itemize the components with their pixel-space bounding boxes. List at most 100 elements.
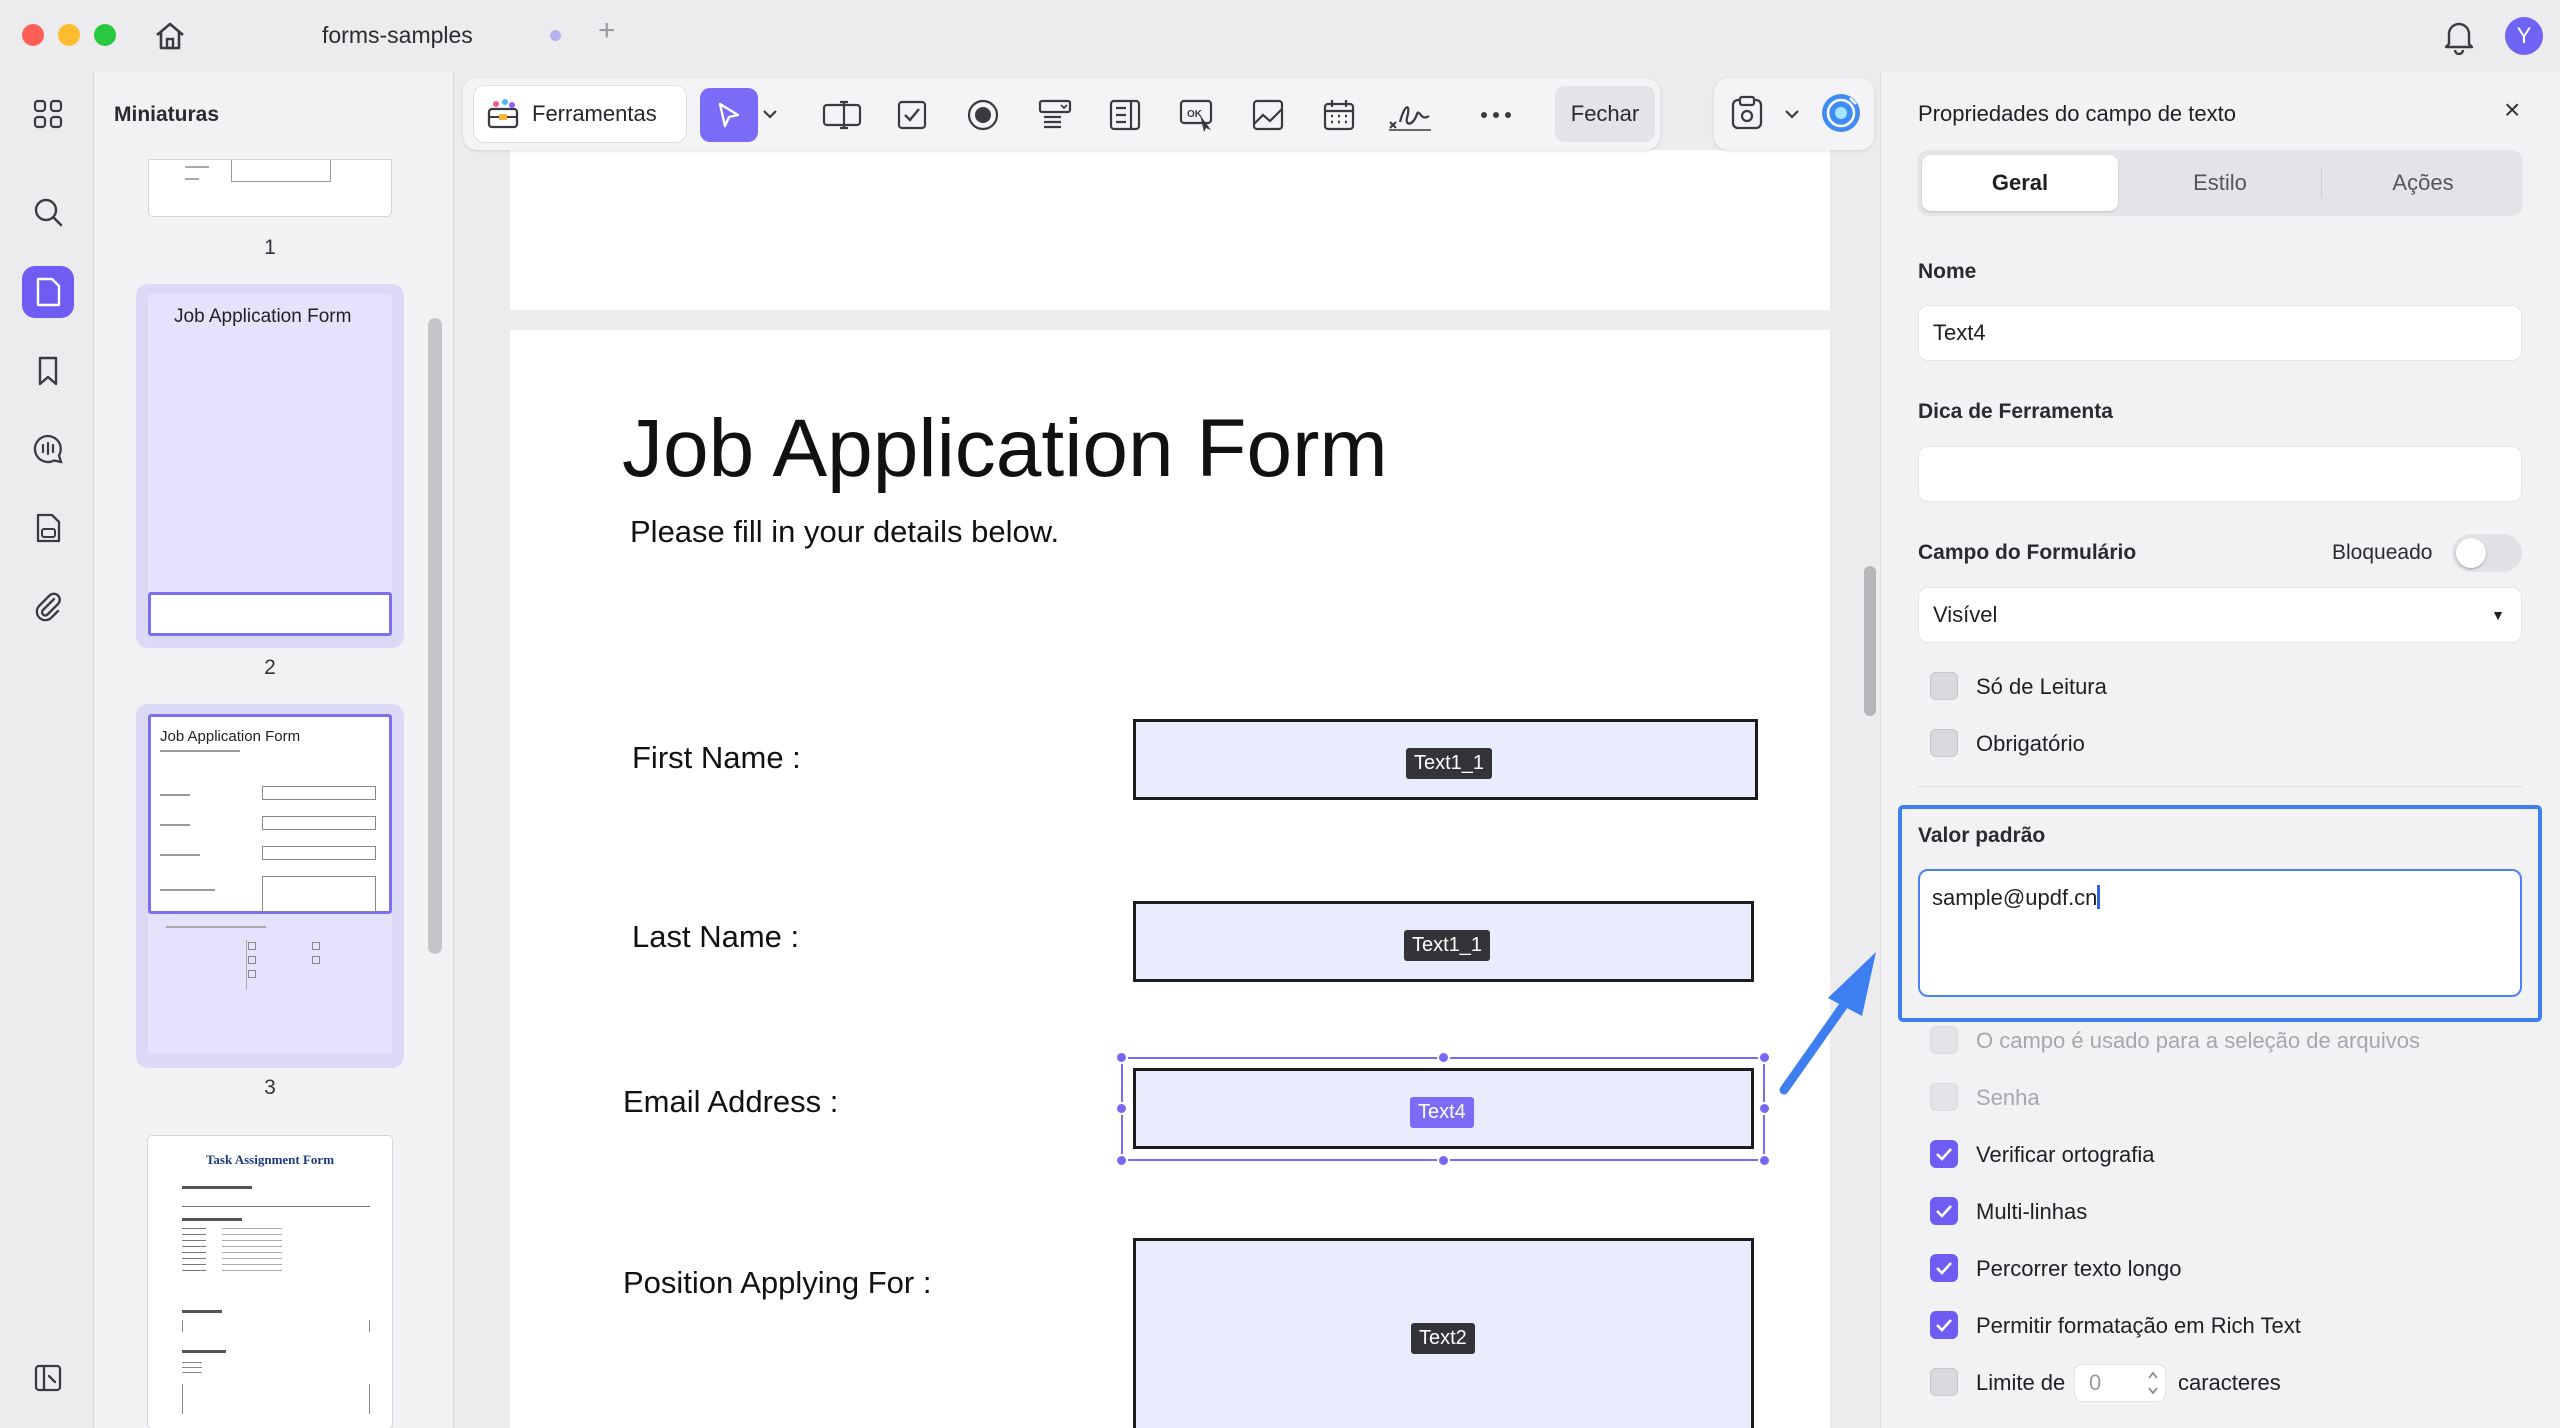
cursor-arrow-icon: [718, 102, 740, 128]
name-label: Nome: [1918, 260, 1977, 283]
field-name-tag: Text4: [1410, 1097, 1474, 1128]
resize-handle[interactable]: [1115, 1102, 1128, 1115]
text-caret: [2097, 885, 2101, 909]
new-tab-button[interactable]: +: [598, 14, 616, 48]
field-name-tag: Text1_1: [1406, 748, 1493, 779]
comment-icon[interactable]: [22, 423, 74, 475]
field-name-tag: Text1_1: [1404, 930, 1491, 961]
thumbnail-page-number: 2: [264, 656, 276, 679]
combo-box-tool-icon[interactable]: [1027, 88, 1083, 142]
name-input[interactable]: Text4: [1918, 305, 2522, 361]
close-icon[interactable]: ×: [2504, 94, 2520, 126]
char-limit-label: Limite de: [1976, 1370, 2066, 1395]
checkmark-icon: [1936, 1319, 1952, 1332]
last-name-field[interactable]: Text1_1: [1133, 901, 1754, 982]
multiline-label: Multi-linhas: [1976, 1199, 2088, 1224]
locked-label: Bloqueado: [2332, 541, 2433, 564]
tab-divider: [2321, 168, 2322, 198]
file-select-checkbox[interactable]: [1930, 1026, 1958, 1054]
file-select-label: O campo é usado para a seleção de arquiv…: [1976, 1028, 2420, 1053]
document-scrollbar[interactable]: [1864, 566, 1876, 716]
bell-icon[interactable]: [2441, 17, 2477, 55]
tab-estilo[interactable]: Estilo: [2122, 155, 2318, 211]
signature-tool-icon[interactable]: [1382, 88, 1438, 142]
default-value-input[interactable]: sample@updf.cn: [1918, 869, 2522, 997]
required-label: Obrigatório: [1976, 731, 2085, 756]
select-tool-button[interactable]: [700, 88, 758, 142]
thumbnails-title: Miniaturas: [114, 103, 220, 126]
list-box-tool-icon[interactable]: [1097, 88, 1153, 142]
email-address-label: Email Address :: [623, 1084, 839, 1119]
thumbnail-page-3[interactable]: Job Application Form: [136, 704, 404, 1068]
page-thumbnails-icon[interactable]: [22, 266, 74, 318]
more-options-icon[interactable]: [1468, 88, 1524, 142]
resize-handle[interactable]: [1115, 1051, 1128, 1064]
chevron-down-icon[interactable]: [1784, 108, 1800, 120]
resize-handle[interactable]: [1115, 1154, 1128, 1167]
scroll-text-checkbox[interactable]: [1930, 1254, 1958, 1282]
apps-grid-icon[interactable]: [22, 88, 74, 140]
required-checkbox[interactable]: [1930, 729, 1958, 757]
date-tool-icon[interactable]: [1311, 88, 1367, 142]
image-tool-icon[interactable]: [1240, 88, 1296, 142]
checkmark-icon: [1936, 1262, 1952, 1275]
attachment-icon[interactable]: [22, 580, 74, 632]
tooltip-label: Dica de Ferramenta: [1918, 400, 2113, 423]
save-icon[interactable]: [1730, 95, 1764, 131]
first-name-field[interactable]: Text1_1: [1133, 719, 1758, 800]
home-icon[interactable]: [152, 18, 188, 54]
position-applying-label: Position Applying For :: [623, 1265, 932, 1300]
email-address-field[interactable]: Text4: [1133, 1068, 1754, 1149]
rich-text-label: Permitir formatação em Rich Text: [1976, 1313, 2301, 1338]
readonly-label: Só de Leitura: [1976, 674, 2107, 699]
resize-handle[interactable]: [1437, 1051, 1450, 1064]
divider: [1918, 786, 2522, 787]
tab-acoes[interactable]: Ações: [2325, 155, 2521, 211]
tab-geral[interactable]: Geral: [1922, 155, 2118, 211]
form-field-label: Campo do Formulário: [1918, 541, 2137, 564]
properties-title: Propriedades do campo de texto: [1918, 101, 2236, 126]
spellcheck-checkbox[interactable]: [1930, 1140, 1958, 1168]
visibility-select[interactable]: Visível ▼: [1918, 587, 2522, 643]
zoom-window-button[interactable]: [94, 24, 116, 46]
thumbnail-page-1[interactable]: [149, 160, 391, 216]
password-checkbox[interactable]: [1930, 1083, 1958, 1111]
multiline-checkbox[interactable]: [1930, 1197, 1958, 1225]
form-data-icon[interactable]: [22, 502, 74, 554]
button-tool-icon[interactable]: OK: [1169, 88, 1225, 142]
resize-handle[interactable]: [1758, 1154, 1771, 1167]
stepper-icon[interactable]: [2146, 1366, 2160, 1400]
resize-handle[interactable]: [1758, 1102, 1771, 1115]
position-applying-field[interactable]: Text2: [1133, 1238, 1754, 1428]
resize-handle[interactable]: [1758, 1051, 1771, 1064]
close-form-editing-button[interactable]: Fechar: [1555, 86, 1655, 142]
ai-assistant-icon[interactable]: [1820, 92, 1862, 134]
checkbox-tool-icon[interactable]: [884, 88, 940, 142]
minimize-window-button[interactable]: [58, 24, 80, 46]
close-window-button[interactable]: [22, 24, 44, 46]
thumbnail-page-4[interactable]: Task Assignment Form: [148, 1136, 392, 1428]
default-value-label: Valor padrão: [1918, 824, 2046, 847]
pointer-arrow-icon: [1776, 950, 1886, 1100]
readonly-checkbox[interactable]: [1930, 672, 1958, 700]
sidebar-layers-icon[interactable]: [22, 1352, 74, 1404]
visibility-value: Visível: [1933, 602, 1998, 627]
chevron-down-icon[interactable]: [762, 108, 778, 120]
thumbnails-scrollbar[interactable]: [428, 318, 442, 954]
char-limit-checkbox[interactable]: [1930, 1368, 1958, 1396]
document-tab[interactable]: forms-samples: [322, 22, 473, 49]
search-icon[interactable]: [22, 186, 74, 238]
avatar[interactable]: Y: [2505, 17, 2543, 55]
thumbnail-heading: Job Application Form: [174, 306, 352, 327]
resize-handle[interactable]: [1437, 1154, 1450, 1167]
radio-button-tool-icon[interactable]: [955, 88, 1011, 142]
checkmark-icon: [1936, 1148, 1952, 1161]
bookmark-icon[interactable]: [22, 345, 74, 397]
tooltip-input[interactable]: [1918, 446, 2522, 502]
thumbnail-page-2[interactable]: Job Application Form: [136, 284, 404, 648]
tools-label: Ferramentas: [532, 101, 657, 126]
rich-text-checkbox[interactable]: [1930, 1311, 1958, 1339]
text-field-tool-icon[interactable]: [814, 88, 870, 142]
tools-button[interactable]: Ferramentas: [474, 86, 686, 142]
dropdown-arrow-icon: ▼: [2491, 607, 2505, 623]
